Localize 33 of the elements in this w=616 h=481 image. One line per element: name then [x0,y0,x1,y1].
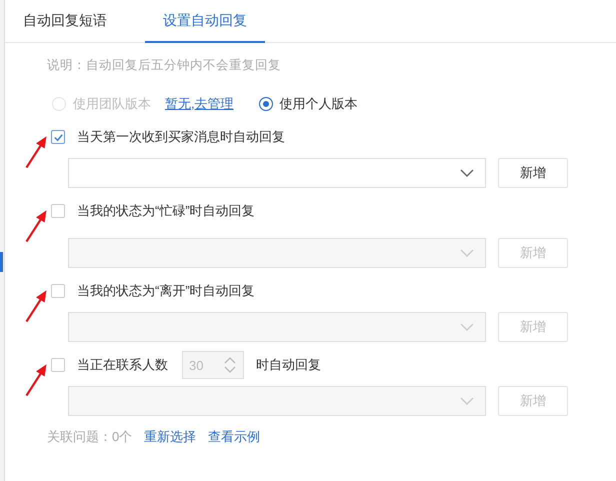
tab[interactable]: 设置自动回复 [145,0,265,43]
checkbox[interactable] [51,358,65,372]
chevron-down-icon [459,248,475,258]
checkbox-label: 当我的状态为“忙碌”时自动回复 [77,202,255,220]
checkbox[interactable] [51,284,65,298]
dropdown-field[interactable] [68,386,486,416]
dropdown-field[interactable] [68,238,486,268]
checkbox-label: 当我的状态为“离开”时自动回复 [77,282,255,300]
arrow-icon [23,134,49,170]
checkbox-label: 当正在联系人数 [77,356,168,374]
arrow-icon [23,288,49,324]
chevron-down-icon [459,322,475,332]
chevron-down-icon [459,396,475,406]
arrow-icon [23,208,49,244]
checkbox-label: 时自动回复 [256,356,321,374]
checkbox[interactable] [51,130,65,144]
dropdown-field[interactable] [68,158,486,188]
stepper-arrows-icon [223,355,237,375]
related-count-text: 关联问题：0个 [47,428,132,446]
add-button[interactable]: 新增 [498,158,568,188]
chevron-down-icon [459,168,475,178]
arrow-icon [23,362,49,398]
radio-label: 使用团队版本 [73,95,151,113]
footer-link[interactable]: 重新选择 [144,428,196,446]
radio-label: 使用个人版本 [280,95,358,113]
checkbox[interactable] [51,204,65,218]
side-indicator [0,252,3,272]
dropdown-field[interactable] [68,312,486,342]
footer-link[interactable]: 查看示例 [208,428,260,446]
checkbox-label: 当天第一次收到买家消息时自动回复 [77,128,285,146]
tab[interactable]: 自动回复短语 [21,0,125,43]
radio-button[interactable] [258,97,273,111]
note-text: 说明：自动回复后五分钟内不会重复回复 [47,57,282,74]
